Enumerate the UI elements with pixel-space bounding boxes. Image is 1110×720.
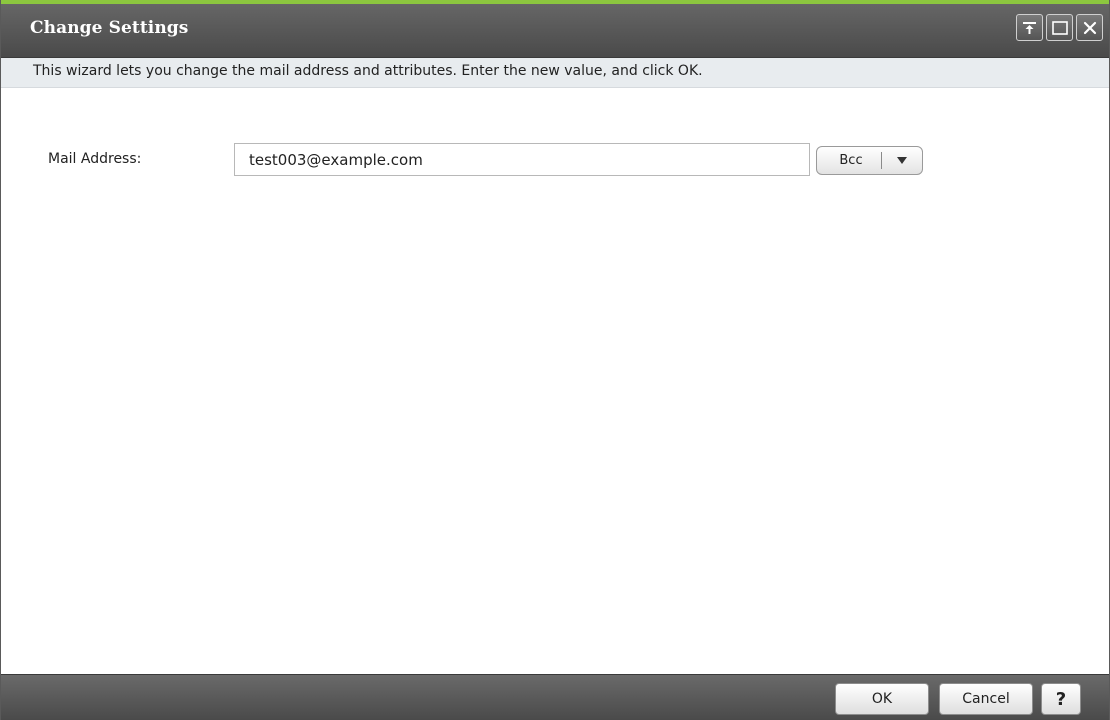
recipient-type-select[interactable]: Bcc bbox=[816, 146, 923, 175]
recipient-type-value: Bcc bbox=[839, 153, 863, 168]
dialog-footer: OK Cancel ? bbox=[1, 674, 1109, 720]
help-button[interactable]: ? bbox=[1041, 683, 1081, 715]
mail-address-label: Mail Address: bbox=[48, 151, 142, 167]
dialog-title: Change Settings bbox=[30, 18, 189, 38]
description-bar: This wizard lets you change the mail add… bbox=[1, 58, 1109, 88]
chevron-down-icon bbox=[882, 156, 922, 165]
wizard-description: This wizard lets you change the mail add… bbox=[33, 63, 703, 79]
maximize-icon[interactable] bbox=[1046, 14, 1073, 41]
cancel-button[interactable]: Cancel bbox=[939, 683, 1033, 715]
close-icon[interactable] bbox=[1076, 14, 1103, 41]
pin-icon[interactable] bbox=[1016, 14, 1043, 41]
window-controls bbox=[1016, 14, 1103, 41]
change-settings-dialog: Change Settings This wizard lets you cha… bbox=[0, 0, 1110, 720]
title-bar: Change Settings bbox=[1, 4, 1109, 58]
ok-button[interactable]: OK bbox=[835, 683, 929, 715]
mail-address-input[interactable] bbox=[234, 143, 810, 176]
